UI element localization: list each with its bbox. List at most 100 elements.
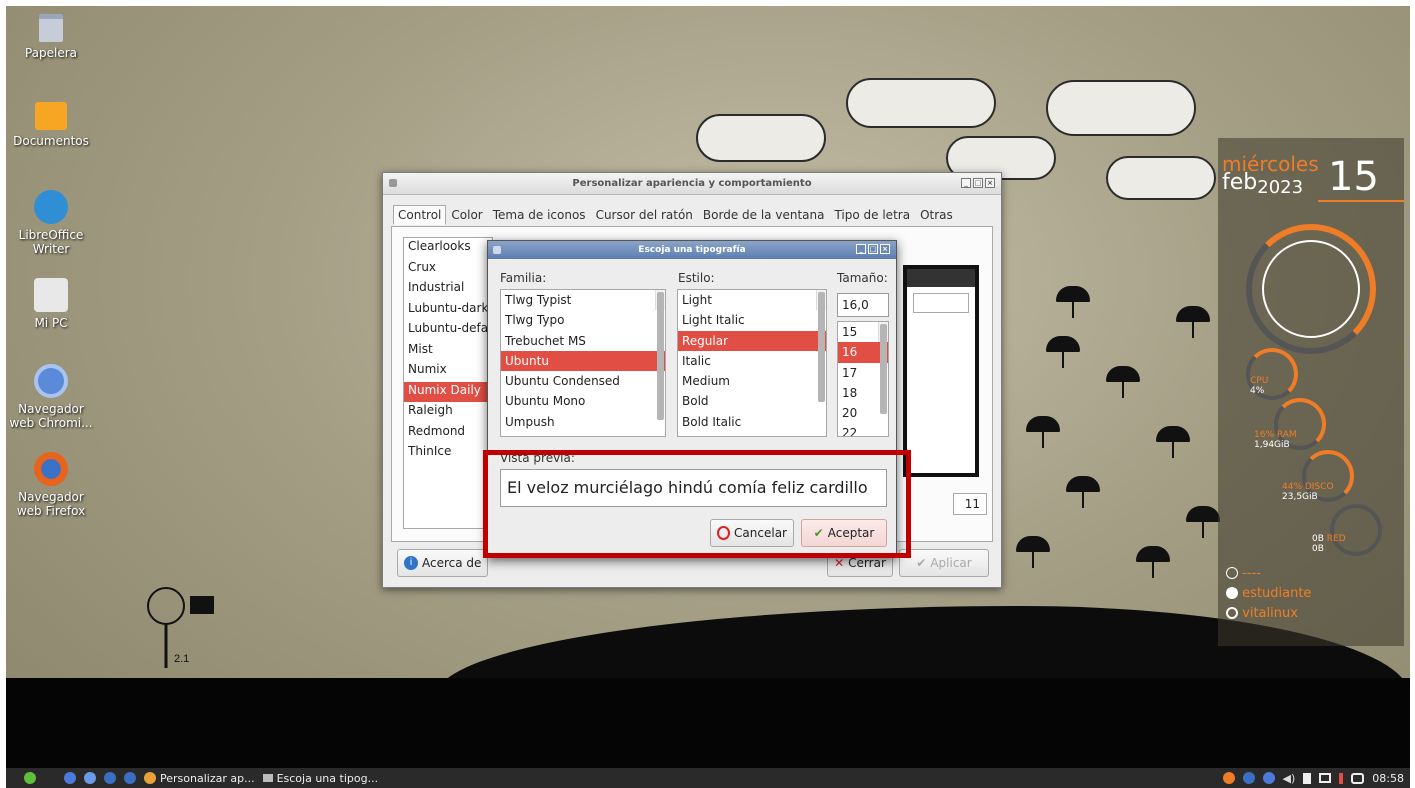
- net-stat: 0B RED 0B: [1312, 534, 1346, 554]
- tab-other[interactable]: Otras: [915, 205, 958, 225]
- chromium-icon: [34, 364, 68, 398]
- list-item[interactable]: ThinIce: [404, 443, 492, 464]
- scroll-thumb[interactable]: [657, 292, 664, 420]
- theme-preview-entry: [913, 293, 969, 313]
- desktop-icon-label: Papelera: [24, 46, 78, 60]
- list-item[interactable]: Mist: [404, 341, 492, 362]
- window-menu-icon[interactable]: [493, 246, 501, 254]
- quicklaunch-browser[interactable]: [84, 772, 96, 784]
- browser-icon: [84, 772, 96, 784]
- tray-app-1[interactable]: [1222, 772, 1235, 784]
- tab-font[interactable]: Tipo de letra: [829, 205, 915, 225]
- tab-window-border[interactable]: Borde de la ventana: [698, 205, 830, 225]
- style-list[interactable]: Light Light Italic Regular Italic Medium…: [677, 289, 827, 437]
- check-icon: ✔: [916, 556, 927, 570]
- list-item[interactable]: Clearlooks: [404, 238, 492, 259]
- folder-icon: [35, 102, 67, 130]
- close-x-icon: ✕: [834, 556, 845, 570]
- ram-stat: 16% RAM 1,94GiB: [1254, 430, 1297, 450]
- size-input[interactable]: 16,0: [837, 293, 889, 317]
- desktop-icon-trash[interactable]: Papelera: [8, 14, 94, 60]
- size-spin-field[interactable]: 11: [953, 493, 987, 515]
- tray-network[interactable]: [1351, 772, 1365, 784]
- quicklaunch-files[interactable]: [64, 772, 76, 784]
- list-item-selected[interactable]: Regular: [678, 330, 826, 351]
- taskbar-clock[interactable]: 08:58: [1372, 772, 1404, 785]
- start-menu-button[interactable]: [24, 772, 36, 784]
- clipboard-icon: [1303, 772, 1312, 784]
- list-item[interactable]: Lubuntu-dark-: [404, 300, 492, 321]
- tab-mouse-cursor[interactable]: Cursor del ratón: [591, 205, 698, 225]
- family-list[interactable]: Tlwg Typist Tlwg Typo Trebuchet MS Ubunt…: [500, 289, 666, 437]
- quicklaunch-windows[interactable]: [124, 772, 136, 784]
- list-item[interactable]: Bold Italic: [678, 412, 826, 432]
- files-icon: [64, 772, 76, 784]
- size-scrollbar[interactable]: [878, 322, 888, 414]
- list-item[interactable]: 22: [838, 423, 888, 436]
- font-dialog-titlebar[interactable]: Escoja una tipografía _ □ ×: [488, 241, 896, 259]
- desktop-icon-firefox[interactable]: Navegador web Firefox: [8, 452, 94, 518]
- desktop-icon-writer[interactable]: LibreOffice Writer: [8, 190, 94, 256]
- minimize-icon[interactable]: _: [961, 178, 971, 188]
- appearance-tabs: Control Color Tema de iconos Cursor del …: [393, 205, 958, 225]
- tray-face-icon: [1222, 772, 1235, 784]
- desktop-icon-chromium[interactable]: Navegador web Chromi...: [8, 364, 94, 430]
- tray-app-3[interactable]: [1262, 772, 1275, 784]
- size-list[interactable]: 15 16 17 18 20 22: [837, 321, 889, 437]
- list-item[interactable]: Ubuntu Mono: [501, 391, 665, 411]
- tray-clipboard[interactable]: [1303, 772, 1312, 784]
- list-item[interactable]: Numix: [404, 361, 492, 382]
- list-item[interactable]: Crux: [404, 259, 492, 280]
- style-scrollbar[interactable]: [816, 290, 826, 402]
- maximize-icon[interactable]: □: [973, 178, 983, 188]
- quicklaunch-desktop[interactable]: [104, 772, 116, 784]
- list-item-selected[interactable]: Numix Daily: [404, 381, 492, 402]
- host-icon: [1226, 607, 1238, 619]
- minimize-icon[interactable]: _: [856, 244, 866, 254]
- family-scrollbar[interactable]: [655, 290, 665, 420]
- scroll-thumb[interactable]: [880, 324, 887, 414]
- appearance-window-titlebar[interactable]: Personalizar apariencia y comportamiento…: [383, 173, 1001, 195]
- umbrella-decoration: [1066, 476, 1100, 508]
- list-item[interactable]: Tlwg Typo: [501, 310, 665, 330]
- tray-app-2[interactable]: [1242, 772, 1255, 784]
- network-tray-icon: [1351, 772, 1365, 784]
- clock-face: [1262, 240, 1360, 338]
- cpu-stat: CPU 4%: [1250, 376, 1269, 396]
- list-item[interactable]: Italic: [678, 351, 826, 371]
- desktop-icon-mypc[interactable]: Mi PC: [8, 278, 94, 330]
- tab-icon-theme[interactable]: Tema de iconos: [488, 205, 591, 225]
- task-personalizar[interactable]: Personalizar ap...: [144, 772, 255, 785]
- list-item[interactable]: Redmond: [404, 423, 492, 444]
- theme-preview-titlebar: [907, 269, 975, 287]
- list-item[interactable]: Tlwg Typist: [501, 290, 665, 310]
- scroll-thumb[interactable]: [818, 292, 825, 402]
- list-item[interactable]: Trebuchet MS: [501, 331, 665, 351]
- task-escoja[interactable]: Escoja una tipog...: [262, 772, 378, 785]
- tab-color[interactable]: Color: [446, 205, 487, 225]
- list-item[interactable]: Medium: [678, 371, 826, 391]
- maximize-icon[interactable]: □: [868, 244, 878, 254]
- list-item[interactable]: Bold: [678, 391, 826, 411]
- about-button[interactable]: i Acerca de: [397, 549, 489, 577]
- close-icon[interactable]: ×: [985, 178, 995, 188]
- list-item[interactable]: Ubuntu Condensed: [501, 371, 665, 391]
- tab-control[interactable]: Control: [393, 205, 447, 225]
- tray-display[interactable]: [1319, 773, 1332, 783]
- list-item[interactable]: Lubuntu-defa: [404, 320, 492, 341]
- umbrella-decoration: [1186, 506, 1220, 538]
- network-icon: [1226, 567, 1238, 579]
- list-item[interactable]: Umpush: [501, 412, 665, 432]
- tray-usb[interactable]: [1339, 772, 1344, 784]
- list-item-selected[interactable]: Ubuntu: [501, 350, 665, 372]
- list-item[interactable]: Light: [678, 290, 826, 310]
- list-item[interactable]: Industrial: [404, 279, 492, 300]
- close-icon[interactable]: ×: [880, 244, 890, 254]
- list-item[interactable]: Light Italic: [678, 310, 826, 330]
- tray-volume[interactable]: ◀): [1283, 772, 1296, 785]
- theme-list[interactable]: Clearlooks Crux Industrial Lubuntu-dark-…: [403, 237, 493, 529]
- window-menu-icon[interactable]: [389, 179, 397, 187]
- list-item[interactable]: Raleigh: [404, 402, 492, 423]
- apply-button[interactable]: ✔ Aplicar: [899, 549, 989, 577]
- desktop-icon-documents[interactable]: Documentos: [8, 102, 94, 148]
